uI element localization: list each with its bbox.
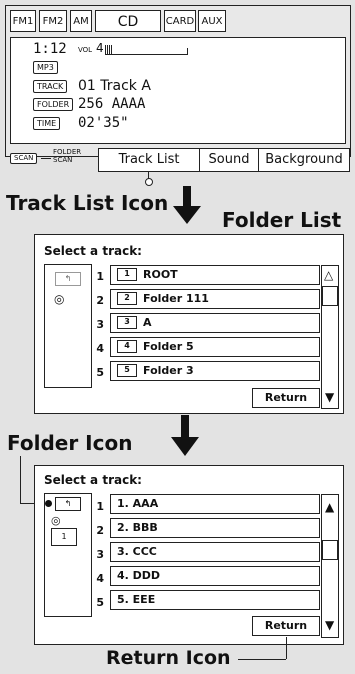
list-item-label: 4. DDD — [117, 569, 161, 582]
sound-label: Sound — [208, 152, 250, 167]
return-label: Return — [264, 391, 308, 404]
folder-icon: 2 — [117, 291, 137, 305]
time-tag: TIME — [33, 117, 61, 130]
row-number: 4 — [96, 572, 104, 585]
list-item[interactable]: 1. AAA — [110, 494, 320, 514]
list-item-label: 1. AAA — [117, 497, 159, 510]
screen2-heading: Select a track: — [44, 473, 142, 487]
list-item[interactable]: 4. DDD — [110, 566, 320, 586]
return-button[interactable]: Return — [252, 388, 320, 408]
list-item-label: ROOT — [143, 268, 178, 281]
list-item-label: Folder 5 — [143, 340, 194, 353]
row-number: 5 — [96, 596, 104, 609]
tab-aux[interactable]: AUX — [198, 10, 226, 32]
list-item[interactable]: 2 Folder 111 — [110, 289, 320, 309]
track-tag: TRACK — [33, 80, 68, 93]
scroll-thumb[interactable] — [322, 286, 338, 306]
track-time-value: 02'35" — [78, 115, 129, 131]
list-item[interactable]: 2. BBB — [110, 518, 320, 538]
list-item[interactable]: 3A — [110, 313, 320, 333]
return-icon-callout-line-h — [238, 659, 286, 660]
folder-icon: 5 — [117, 363, 137, 377]
folder-scan-label: FOLDER SCAN — [53, 148, 82, 164]
arrow-down-icon — [173, 186, 201, 224]
return-label: Return — [264, 619, 308, 632]
folder-icon: 3 — [117, 315, 137, 329]
folder-icon: 4 — [117, 339, 137, 353]
list-item-label: 2. BBB — [117, 521, 158, 534]
list-item[interactable]: 5. EEE — [110, 590, 320, 610]
track-value: 01 Track A — [78, 78, 151, 94]
folder-tag: FOLDER — [33, 98, 74, 111]
list-item-label: Folder 111 — [143, 292, 209, 305]
list-item-label: Folder 3 — [143, 364, 194, 377]
up-folder-icon[interactable]: ↰ — [55, 497, 81, 511]
up-folder-icon[interactable]: ↰ — [55, 272, 81, 286]
folder-list-callout: Folder List — [222, 208, 342, 232]
volume-value: 4 — [96, 41, 104, 55]
list-item[interactable]: 4 Folder 5 — [110, 337, 320, 357]
tab-am[interactable]: AM — [70, 10, 92, 32]
volume-label: VOL — [78, 46, 93, 54]
disc-icon: ◎ — [54, 292, 65, 306]
return-icon-callout: Return Icon — [106, 647, 231, 669]
scroll-down-icon[interactable]: ▼ — [325, 390, 334, 404]
scan-button[interactable]: SCAN — [10, 153, 38, 164]
return-icon-callout-line-v — [286, 637, 287, 659]
list-item-label: 3. CCC — [117, 545, 157, 558]
folder-value: 256 AAAA — [78, 96, 146, 112]
tab-cd[interactable]: CD — [95, 10, 161, 32]
tab-fm1[interactable]: FM1 — [10, 10, 36, 32]
track-list-icon-callout: Track List Icon — [6, 191, 169, 215]
row-number: 3 — [96, 318, 104, 331]
tab-fm2[interactable]: FM2 — [39, 10, 67, 32]
arrow-down-icon — [171, 415, 199, 456]
scroll-thumb[interactable] — [322, 540, 338, 560]
scroll-down-icon[interactable]: ▼ — [325, 618, 334, 632]
open-folder-icon: 1 — [51, 528, 77, 546]
track-list-callout-dot — [145, 178, 153, 186]
list-item-label: A — [143, 316, 152, 329]
return-button[interactable]: Return — [252, 616, 320, 636]
screen1-heading: Select a track: — [44, 244, 142, 258]
background-button[interactable]: Background — [258, 148, 350, 172]
disc-icon: ◎ — [51, 514, 61, 527]
row-number: 1 — [96, 500, 104, 513]
row-number: 3 — [96, 548, 104, 561]
folder-icon-dot — [45, 500, 52, 507]
scan-connector — [41, 158, 51, 159]
folder-icon: 1 — [117, 267, 137, 281]
volume-level-marks — [105, 45, 112, 54]
row-number: 2 — [96, 524, 104, 537]
format-badge: MP3 — [33, 61, 58, 74]
folder-icon-callout-line — [20, 456, 21, 503]
row-number: 4 — [96, 342, 104, 355]
list-item[interactable]: 5 Folder 3 — [110, 361, 320, 381]
tab-card[interactable]: CARD — [164, 10, 196, 32]
sound-button[interactable]: Sound — [199, 148, 259, 172]
row-number: 5 — [96, 366, 104, 379]
screen2-side-panel — [44, 493, 92, 617]
scroll-up-icon[interactable]: ▲ — [325, 500, 334, 514]
list-item-label: 5. EEE — [117, 593, 156, 606]
scroll-up-icon[interactable]: △ — [324, 268, 333, 282]
row-number: 2 — [96, 294, 104, 307]
volume-bar — [105, 48, 188, 55]
list-item[interactable]: 3. CCC — [110, 542, 320, 562]
row-number: 1 — [96, 270, 104, 283]
list-item[interactable]: 1 ROOT — [110, 265, 320, 285]
track-list-button[interactable]: Track List — [98, 148, 200, 172]
scrollbar[interactable] — [321, 494, 339, 638]
folder-icon-callout: Folder Icon — [7, 431, 133, 455]
elapsed-time: 1:12 — [33, 41, 67, 57]
track-list-label: Track List — [118, 152, 180, 167]
background-label: Background — [265, 152, 343, 167]
